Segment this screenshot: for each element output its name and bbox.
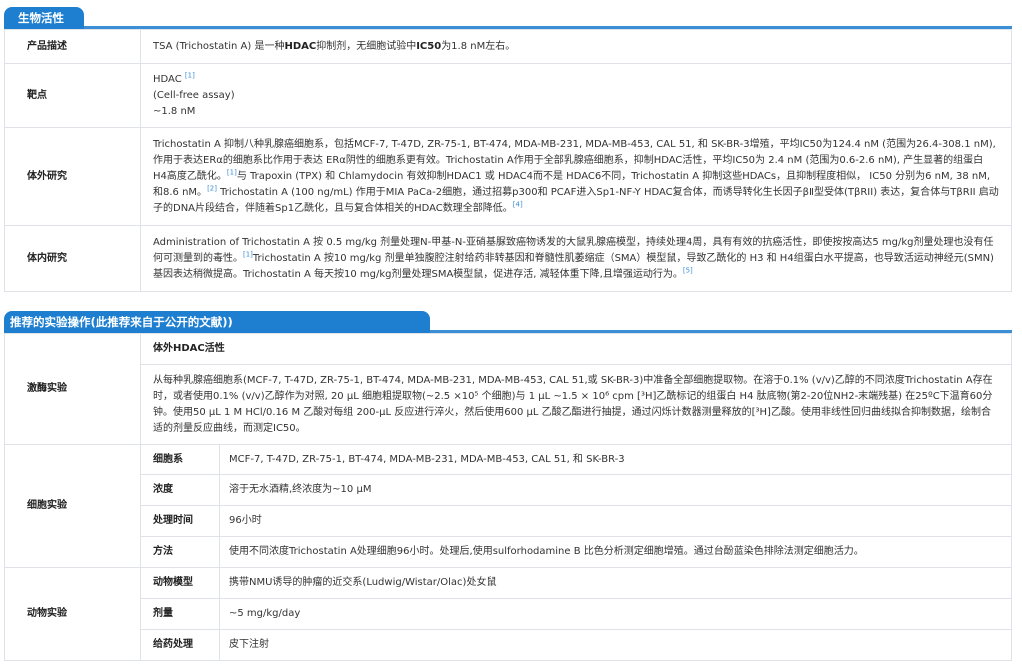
invivo-p2: Trichostatin A 按10 mg/kg 剂量单独腹腔注射给药非转基因和…: [153, 252, 994, 280]
desc-part-e: 为1.8 nM左右。: [441, 40, 516, 52]
target-name: HDAC: [153, 73, 182, 85]
product-description: TSA (Trichostatin A) 是一种HDAC抑制剂，无细胞试验中IC…: [140, 29, 1012, 64]
enzyme-title: 体外HDAC活性: [140, 333, 1012, 365]
target-value: ~1.8 nM: [153, 105, 196, 117]
cell-key-conc: 浓度: [140, 474, 220, 506]
exp-table: 激酶实验 体外HDAC活性 从每种乳腺癌细胞系(MCF-7, T-47D, ZR…: [4, 333, 1012, 661]
row-label-target: 靶点: [4, 63, 141, 128]
bio-tabbar: 生物活性: [4, 4, 1012, 29]
invitro-p3: Trichostatin A (100 ng/mL) 作用于MIA PaCa-2…: [153, 186, 999, 214]
cell-key-method: 方法: [140, 536, 220, 568]
invivo-text: Administration of Trichostatin A 按 0.5 m…: [140, 225, 1012, 292]
cell-val-line: MCF-7, T-47D, ZR-75-1, BT-474, MDA-MB-23…: [219, 444, 1012, 475]
cell-val-conc: 溶于无水酒精,终浓度为~10 μM: [219, 474, 1012, 506]
desc-hdac: HDAC: [284, 40, 317, 52]
row-label-invitro: 体外研究: [4, 127, 141, 226]
animal-key-dose: 剂量: [140, 598, 220, 630]
animal-label: 动物实验: [4, 567, 141, 661]
invivo-ref1-link[interactable]: [1]: [243, 250, 253, 258]
animal-val-model: 携带NMU诱导的肿瘤的近交系(Ludwig/Wistar/Olac)处女鼠: [219, 567, 1012, 599]
invitro-ref3-link[interactable]: [4]: [513, 200, 523, 208]
animal-key-model: 动物模型: [140, 567, 220, 599]
exp-tab[interactable]: 推荐的实验操作(此推荐来自于公开的文献)): [4, 311, 430, 333]
invitro-ref1-link[interactable]: [1]: [227, 168, 237, 176]
animal-val-dose: ~5 mg/kg/day: [219, 598, 1012, 630]
cell-key-line: 细胞系: [140, 444, 220, 475]
desc-part-c: 抑制剂，无细胞试验中: [316, 40, 417, 52]
invitro-text: Trichostatin A 抑制八种乳腺癌细胞系，包括MCF-7, T-47D…: [140, 127, 1012, 226]
target-cell: HDAC [1] (Cell-free assay) ~1.8 nM: [140, 63, 1012, 128]
invitro-ref2-link[interactable]: [2]: [207, 184, 217, 192]
desc-ic50: IC50: [416, 40, 442, 52]
cell-label: 细胞实验: [4, 444, 141, 568]
bio-section: 生物活性 产品描述 TSA (Trichostatin A) 是一种HDAC抑制…: [0, 0, 1022, 292]
bio-tab[interactable]: 生物活性: [4, 7, 84, 29]
cell-val-time: 96小时: [219, 505, 1012, 537]
target-ref-link[interactable]: [1]: [185, 71, 195, 79]
animal-key-admin: 给药处理: [140, 629, 220, 661]
enzyme-label: 激酶实验: [4, 333, 141, 445]
bio-table: 产品描述 TSA (Trichostatin A) 是一种HDAC抑制剂，无细胞…: [4, 29, 1012, 292]
invivo-ref2-link[interactable]: [5]: [683, 266, 693, 274]
cell-key-time: 处理时间: [140, 505, 220, 537]
exp-tabbar: 推荐的实验操作(此推荐来自于公开的文献)): [4, 308, 1012, 333]
desc-part-a: TSA (Trichostatin A) 是一种: [153, 40, 285, 52]
row-label-invivo: 体内研究: [4, 225, 141, 292]
row-label-desc: 产品描述: [4, 29, 141, 64]
animal-val-admin: 皮下注射: [219, 629, 1012, 661]
enzyme-protocol: 从每种乳腺癌细胞系(MCF-7, T-47D, ZR-75-1, BT-474,…: [140, 364, 1012, 445]
exp-section: 推荐的实验操作(此推荐来自于公开的文献)) 激酶实验 体外HDAC活性 从每种乳…: [0, 292, 1022, 661]
cell-val-method: 使用不同浓度Trichostatin A处理细胞96小时。处理后,使用sulfo…: [219, 536, 1012, 568]
target-assay: (Cell-free assay): [153, 89, 235, 101]
